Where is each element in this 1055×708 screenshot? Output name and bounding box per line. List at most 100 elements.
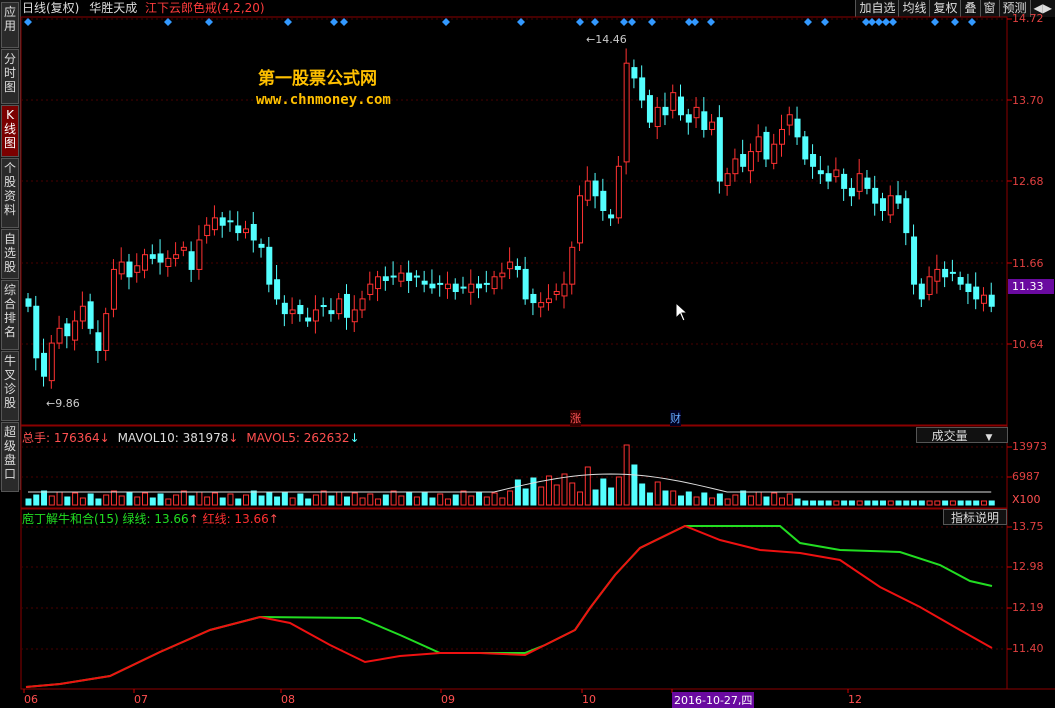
- volume-bar: [747, 495, 754, 506]
- volume-bar: [258, 495, 265, 506]
- indicator-select[interactable]: 成交量 ▼: [916, 427, 1008, 443]
- candle-body: [188, 251, 195, 270]
- candle-body: [499, 272, 506, 278]
- candle-body: [778, 128, 785, 145]
- stock-chart[interactable]: [0, 0, 1055, 707]
- candle-body: [592, 180, 599, 197]
- volume-bar: [786, 493, 793, 506]
- volume-bar: [755, 491, 762, 506]
- volume-bar: [662, 490, 669, 506]
- candle-body: [530, 293, 537, 304]
- candle-body: [817, 170, 824, 175]
- signal-diamond-icon: [882, 18, 890, 26]
- volume-bar: [973, 500, 980, 506]
- candle-body: [406, 272, 413, 281]
- volume-bar: [211, 492, 218, 506]
- candle-body: [615, 165, 622, 219]
- low-price-label: ←9.86: [46, 397, 80, 410]
- candle-body: [219, 217, 226, 226]
- mouse-cursor-icon: [675, 302, 689, 322]
- volume-bar: [328, 495, 335, 506]
- indicator-tick: 11.40: [1012, 642, 1044, 655]
- candle-body: [895, 195, 902, 204]
- price-tick: 11.66: [1012, 257, 1044, 270]
- signal-diamond-icon: [968, 18, 976, 26]
- volume-bar: [615, 476, 622, 506]
- volume-bar: [452, 494, 459, 506]
- volume-bar: [429, 497, 436, 506]
- candle-body: [794, 118, 801, 138]
- candle-body: [297, 305, 304, 315]
- high-price-label: ←14.46: [586, 33, 627, 46]
- candle-body: [903, 198, 910, 234]
- candle-body: [491, 276, 498, 290]
- candle-body: [639, 77, 646, 101]
- candle-body: [305, 317, 312, 322]
- candle-body: [336, 298, 343, 315]
- volume-bar: [235, 498, 242, 506]
- candle-body: [452, 283, 459, 293]
- volume-bar: [312, 494, 319, 506]
- volume-bar: [72, 492, 79, 506]
- candle-body: [460, 286, 467, 289]
- event-marker-zhang[interactable]: 涨: [570, 410, 581, 426]
- candle-body: [274, 279, 281, 300]
- volume-bar: [367, 493, 374, 506]
- volume-bar: [538, 486, 545, 506]
- candle-body: [872, 187, 879, 204]
- chevron-down-icon: ▼: [985, 433, 993, 443]
- volume-bar: [701, 492, 708, 506]
- date-label: 10: [582, 693, 596, 706]
- candle-body: [382, 276, 389, 281]
- candle-body: [211, 217, 218, 231]
- volume-bar: [468, 495, 475, 506]
- volume-bar: [895, 500, 902, 506]
- candle-body: [48, 342, 55, 382]
- candle-body: [841, 173, 848, 189]
- candle-body: [41, 352, 48, 377]
- candle-body: [545, 298, 552, 304]
- event-marker-cai[interactable]: 财: [670, 410, 681, 426]
- volume-bar: [406, 491, 413, 506]
- volume-bar: [654, 481, 661, 506]
- volume-bar: [41, 490, 48, 506]
- volume-bar: [988, 500, 995, 506]
- volume-bar: [716, 493, 723, 506]
- green-line-value: 绿线: 13.66: [122, 512, 189, 526]
- indicator-tick: 12.19: [1012, 601, 1044, 614]
- signal-diamond-icon: [442, 18, 450, 26]
- candle-body: [701, 111, 708, 130]
- date-label: 07: [134, 693, 148, 706]
- volume-bar: [95, 498, 102, 506]
- indicator-lines: [25, 524, 993, 688]
- volume-bar: [444, 498, 451, 506]
- volume-bar: [856, 500, 863, 506]
- candle-body: [740, 154, 747, 167]
- candle-body: [243, 228, 250, 234]
- candle-body: [351, 309, 358, 323]
- candle-body: [825, 173, 832, 182]
- volume-bar: [281, 492, 288, 506]
- candle-body: [918, 283, 925, 300]
- volume-bar: [646, 492, 653, 506]
- candle-body: [227, 220, 234, 223]
- current-price-badge: 11.33: [1008, 279, 1054, 294]
- candle-body: [771, 143, 778, 164]
- indicator-help-button[interactable]: 指标说明: [943, 509, 1007, 525]
- signal-diamond-icon: [707, 18, 715, 26]
- signal-diamond-icon: [517, 18, 525, 26]
- candle-body: [266, 246, 273, 285]
- cursor-date-label: 2016-10-27,四: [672, 692, 755, 708]
- candle-body: [584, 180, 591, 201]
- price-tick: 12.68: [1012, 175, 1044, 188]
- candle-body: [623, 62, 630, 163]
- volume-bar: [157, 493, 164, 506]
- volume-bar: [685, 491, 692, 506]
- signal-diamond-icon: [24, 18, 32, 26]
- green-line: [25, 525, 993, 688]
- volume-bar: [514, 479, 521, 506]
- volume-bar: [421, 492, 428, 506]
- volume-bar: [911, 500, 918, 506]
- volume-bar: [825, 500, 832, 506]
- volume-bar: [375, 498, 382, 506]
